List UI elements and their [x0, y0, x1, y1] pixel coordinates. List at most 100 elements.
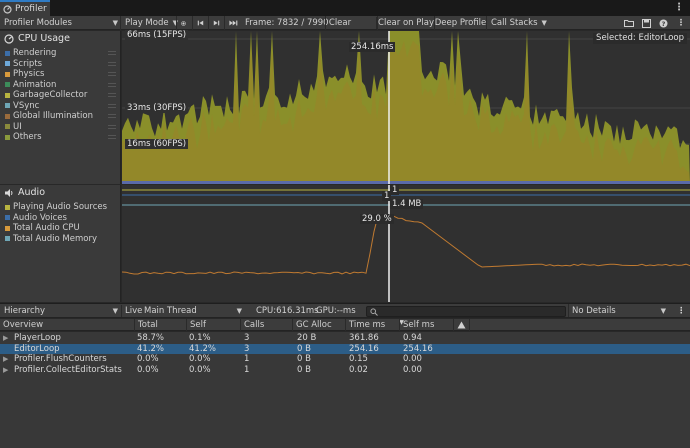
current-frame-button[interactable] [224, 16, 242, 30]
drag-handle-icon[interactable] [108, 51, 116, 55]
view-type-dropdown[interactable]: Hierarchy ▼ [4, 304, 118, 317]
save-button[interactable] [639, 16, 653, 30]
cpu-legend-swatch [5, 50, 10, 56]
cpu-legend-swatch [5, 82, 10, 87]
column-overview[interactable]: Overview [0, 319, 134, 331]
cpu-legend-item[interactable]: Others [5, 132, 118, 142]
deep-profile-toggle[interactable]: Deep Profile [434, 16, 486, 30]
save-icon [641, 18, 651, 28]
audio-legend-item[interactable]: Total Audio Memory [5, 234, 118, 244]
cpu-legend-item[interactable]: VSync [5, 101, 118, 111]
warning-column[interactable] [453, 319, 469, 331]
column-filler [469, 319, 690, 331]
row-total-cell: 58.7% [137, 333, 165, 343]
audio-legend-swatch [5, 204, 10, 210]
play-mode-dropdown[interactable]: Play Mode ▼ [120, 16, 178, 30]
audio-legend-label: Playing Audio Sources [13, 202, 108, 212]
audio-legend-swatch [5, 215, 10, 220]
cpu-legend-item[interactable]: GarbageCollector [5, 90, 118, 100]
table-row[interactable]: ▶ Profiler.FlushCounters 0.0% 0.0% 1 0 B 0.15 0… [0, 354, 690, 364]
clear-button[interactable]: Clear [325, 16, 354, 30]
expand-arrow-icon[interactable]: ▶ [3, 366, 11, 374]
drag-handle-icon[interactable] [108, 103, 116, 108]
table-row[interactable]: ▶ PlayerLoop 58.7% 0.1% 3 20 B 361.86 0.94 [0, 333, 690, 343]
cpu-legend-item[interactable]: Scripts [5, 59, 118, 69]
load-button[interactable] [622, 16, 636, 30]
row-name-cell: ▶ Profiler.FlushCounters [3, 354, 133, 364]
profiler-tab[interactable]: Profiler [0, 0, 50, 16]
toolbar-menu-icon[interactable]: ⋮ [676, 16, 686, 30]
cpu-legend-item[interactable]: Rendering [5, 48, 118, 58]
play-mode-label: Play Mode [125, 18, 169, 28]
cpu-legend-item[interactable]: Animation [5, 80, 118, 90]
cpu-legend-swatch [5, 61, 10, 66]
column-total[interactable]: Total [134, 319, 186, 331]
y-label-66ms: 66ms (15FPS) [125, 30, 189, 40]
cpu-frame-value-label: 254.16ms [349, 42, 396, 52]
help-icon: ? [659, 19, 667, 28]
cpu-legend-item[interactable]: UI [5, 122, 118, 132]
call-stacks-label: Call Stacks [491, 18, 538, 28]
row-time-cell: 0.15 [349, 354, 368, 364]
drag-handle-icon[interactable] [108, 61, 116, 66]
first-frame-button[interactable] [192, 16, 208, 30]
row-self-cell: 0.1% [189, 333, 211, 343]
cpu-legend-swatch [5, 71, 10, 77]
drag-handle-icon[interactable] [108, 135, 116, 139]
clear-on-play-toggle[interactable]: Clear on Play [377, 16, 434, 30]
window-menu-icon[interactable]: ⋮ [674, 2, 684, 13]
live-toggle[interactable]: Live [125, 304, 142, 317]
column-time-ms[interactable]: Time ms ▼ [345, 319, 404, 331]
audio-module-header[interactable]: Audio [4, 187, 45, 198]
details-dropdown[interactable]: No Details ▼ [568, 304, 666, 317]
audio-legend-item[interactable]: Audio Voices [5, 213, 118, 223]
expand-arrow-icon[interactable]: ▶ [3, 334, 11, 342]
thread-label: Main Thread [144, 305, 197, 316]
next-frame-button[interactable] [208, 16, 224, 30]
column-self[interactable]: Self [186, 319, 240, 331]
row-calls-cell: 1 [244, 364, 250, 375]
help-button[interactable]: ? [657, 16, 669, 30]
drag-handle-icon[interactable] [108, 124, 116, 129]
audio-legend-item[interactable]: Playing Audio Sources [5, 202, 118, 212]
column-gc-alloc[interactable]: GC Alloc [292, 319, 345, 331]
cpu-legend-item[interactable]: Physics [5, 69, 118, 79]
cpu-legend-swatch [5, 92, 10, 98]
audio-legend-swatch [5, 236, 10, 241]
audio-legend-item[interactable]: Total Audio CPU [5, 223, 118, 233]
row-name-cell: ▶ PlayerLoop [3, 333, 133, 343]
drag-handle-icon[interactable] [108, 93, 116, 97]
row-name-label: EditorLoop [14, 343, 60, 354]
table-row[interactable]: EditorLoop 41.2% 41.2% 3 0 B 254.16 254.16 [0, 343, 690, 354]
table-row[interactable]: ▶ Profiler.CollectEditorStats 0.0% 0.0% 1 0 B… [0, 365, 690, 375]
audio-module-title: Audio [18, 187, 46, 198]
column-self-ms[interactable]: Self ms [399, 319, 453, 331]
cpu-module-header[interactable]: CPU Usage [4, 33, 70, 44]
drag-handle-icon[interactable] [108, 72, 116, 76]
chevron-down-icon: ▼ [112, 19, 118, 27]
cpu-legend-swatch [5, 103, 10, 108]
drag-handle-icon[interactable] [108, 114, 116, 118]
search-input[interactable] [366, 306, 566, 317]
row-total-cell: 0.0% [137, 354, 159, 364]
selected-sample-label: Selected: EditorLoop [593, 33, 687, 44]
cpu-legend-label: Animation [13, 79, 57, 90]
call-stacks-dropdown[interactable]: Call Stacks ▼ [486, 16, 547, 30]
row-time-cell: 0.02 [349, 364, 368, 375]
profiler-toolbar: Profiler Modules ▼ Play Mode ▼ Frame: 78… [0, 16, 690, 30]
cpu-legend-item[interactable]: Global Illumination [5, 111, 118, 121]
profiler-modules-dropdown[interactable]: Profiler Modules ▼ [4, 16, 118, 30]
record-button[interactable] [176, 16, 190, 30]
expand-arrow-icon[interactable]: ▶ [3, 355, 11, 363]
details-menu-icon[interactable]: ⋮ [677, 304, 686, 317]
cpu-gauge-icon [4, 33, 14, 44]
step-forward-icon [213, 20, 220, 26]
cpu-usage-chart[interactable]: 66ms (15FPS) 33ms (30FPS) 16ms (60FPS) S… [122, 30, 690, 184]
thread-dropdown[interactable]: Main Thread ▼ [144, 304, 242, 317]
audio-chart[interactable]: 1 1 1.4 MB 29.0 % [122, 185, 690, 302]
audio-cpu-value: 29.0 % [360, 214, 394, 224]
drag-handle-icon[interactable] [108, 82, 116, 87]
row-calls-cell: 3 [244, 343, 250, 354]
profiler-icon [3, 4, 12, 14]
column-calls[interactable]: Calls [240, 319, 292, 331]
